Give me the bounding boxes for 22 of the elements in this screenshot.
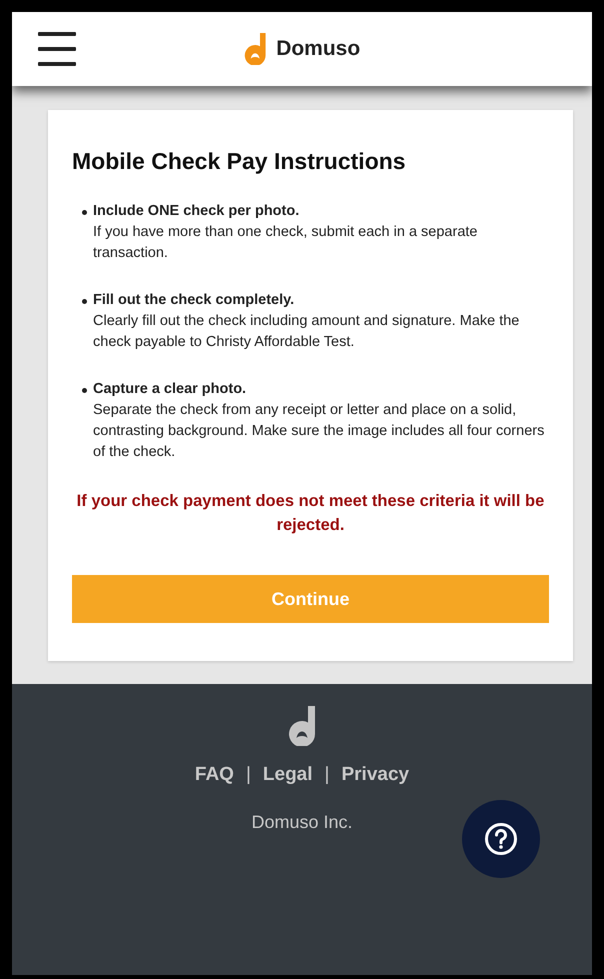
logo-icon xyxy=(244,33,266,65)
help-icon xyxy=(484,822,518,856)
footer-logo-icon xyxy=(288,706,316,746)
bullet-icon xyxy=(82,388,87,393)
instruction-heading: Capture a clear photo. xyxy=(93,380,248,399)
link-separator: | xyxy=(246,764,251,786)
brand-name: Domuso xyxy=(276,37,360,61)
instruction-text: Separate the check from any receipt or letter and place on a solid, contrasting background. Make sure the image includes all four corners of the check. xyxy=(93,401,546,462)
instruction-heading: Fill out the check completely. xyxy=(93,291,296,310)
footer-link[interactable]: Legal xyxy=(262,764,313,786)
bullet-icon xyxy=(82,299,87,304)
card-title: Mobile Check Pay Instructions xyxy=(72,148,407,175)
link-separator: | xyxy=(324,764,330,786)
menu-button[interactable] xyxy=(38,32,76,66)
instruction-text: Clearly fill out the check including amount and signature. Make the check payable to Christy Affordable Test. xyxy=(93,312,520,352)
footer-link[interactable]: Privacy xyxy=(341,764,410,786)
warning-text: If your check payment does not meet these criteria it will be rejected. xyxy=(76,491,546,536)
instruction-text: If you have more than one check, submit each in a separate transaction. xyxy=(93,223,478,263)
company-name: Domuso Inc. xyxy=(251,812,353,833)
instruction-heading: Include ONE check per photo. xyxy=(93,202,300,221)
bullet-icon xyxy=(82,210,87,215)
footer-link[interactable]: FAQ xyxy=(194,764,234,786)
